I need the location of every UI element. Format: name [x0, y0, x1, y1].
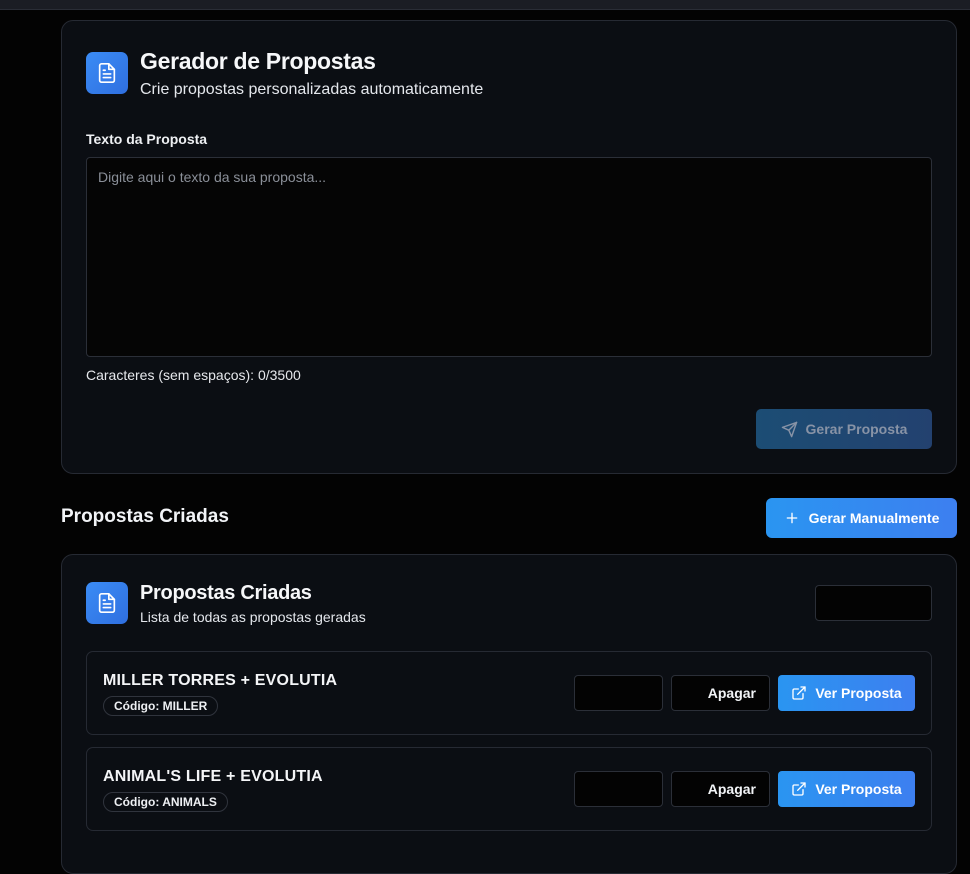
delete-button[interactable]: Apagar — [671, 675, 770, 711]
section-title: Propostas Criadas — [61, 506, 229, 527]
view-proposal-label: Ver Proposta — [815, 685, 902, 701]
list-subtitle: Lista de todas as propostas geradas — [140, 609, 366, 625]
view-proposal-label: Ver Proposta — [815, 781, 902, 797]
proposal-code-badge: Código: ANIMALS — [103, 792, 228, 812]
top-bar — [0, 0, 970, 10]
generator-subtitle: Crie propostas personalizadas automatica… — [140, 81, 484, 98]
proposal-generator-card: Gerador de Propostas Crie propostas pers… — [61, 20, 957, 474]
generate-proposal-label: Gerar Proposta — [805, 421, 908, 437]
view-proposal-button[interactable]: Ver Proposta — [778, 771, 915, 807]
delete-button[interactable]: Apagar — [671, 771, 770, 807]
plus-icon — [784, 510, 800, 526]
row-action-box[interactable] — [574, 771, 663, 807]
document-icon — [86, 582, 128, 624]
send-icon — [781, 421, 798, 438]
proposal-name: MILLER TORRES + EVOLUTIA — [103, 672, 338, 689]
generate-proposal-button[interactable]: Gerar Proposta — [756, 409, 932, 449]
filter-box[interactable] — [815, 585, 932, 621]
document-icon — [86, 52, 128, 94]
proposals-list-card: Propostas Criadas Lista de todas as prop… — [61, 554, 957, 874]
proposal-text-input[interactable] — [86, 157, 932, 357]
generate-manually-button[interactable]: Gerar Manualmente — [766, 498, 957, 538]
generator-title: Gerador de Propostas — [140, 48, 376, 74]
proposal-code-badge: Código: MILLER — [103, 696, 219, 716]
external-link-icon — [791, 781, 807, 797]
list-item: MILLER TORRES + EVOLUTIA Código: MILLER … — [86, 651, 932, 735]
proposal-text-label: Texto da Proposta — [86, 131, 208, 147]
list-title: Propostas Criadas — [140, 582, 312, 604]
list-item: ANIMAL'S LIFE + EVOLUTIA Código: ANIMALS… — [86, 747, 932, 831]
generate-manually-label: Gerar Manualmente — [808, 510, 940, 526]
proposal-name: ANIMAL'S LIFE + EVOLUTIA — [103, 768, 323, 785]
row-action-box[interactable] — [574, 675, 663, 711]
character-counter: Caracteres (sem espaços): 0/3500 — [86, 367, 301, 383]
view-proposal-button[interactable]: Ver Proposta — [778, 675, 915, 711]
external-link-icon — [791, 685, 807, 701]
